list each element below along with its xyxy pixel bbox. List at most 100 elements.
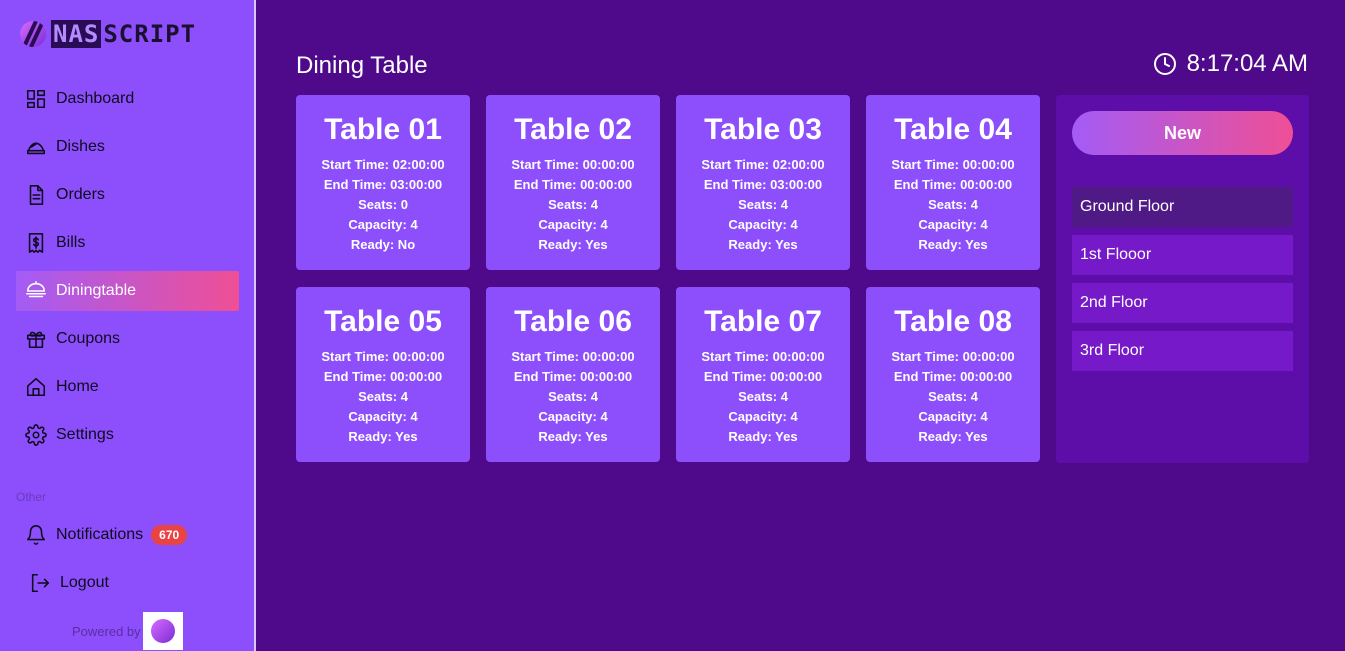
sidebar-item-label: Notifications — [56, 526, 144, 543]
table-ready: Ready: Yes — [728, 429, 798, 444]
sidebar-secondary-nav: Notifications 670 Logout — [16, 515, 239, 611]
table-start-time: Start Time: 00:00:00 — [891, 157, 1015, 172]
floor-item-3rd[interactable]: 3rd Floor — [1072, 331, 1293, 371]
dining-table-icon — [24, 279, 48, 303]
floor-item-1st[interactable]: 1st Flooor — [1072, 235, 1293, 275]
gift-icon — [24, 327, 48, 351]
table-end-time: End Time: 00:00:00 — [703, 369, 823, 384]
brand-logo[interactable]: NAS SCRIPT — [20, 18, 196, 50]
sidebar: NAS SCRIPT Dashboard Dishes Orders Bills… — [0, 0, 256, 651]
table-card[interactable]: Table 07 Start Time: 00:00:00 End Time: … — [676, 287, 850, 462]
table-ready: Ready: Yes — [918, 237, 988, 252]
orders-icon — [24, 183, 48, 207]
table-name: Table 03 — [704, 113, 822, 146]
table-capacity: Capacity: 4 — [348, 409, 418, 424]
sidebar-item-home[interactable]: Home — [16, 367, 239, 407]
powered-by: Powered by — [72, 612, 183, 650]
table-seats: Seats: 4 — [358, 389, 408, 404]
dish-icon — [24, 135, 48, 159]
sidebar-item-notifications[interactable]: Notifications 670 — [16, 515, 239, 555]
table-ready: Ready: Yes — [918, 429, 988, 444]
section-label-other: Other — [16, 490, 47, 504]
sidebar-item-label: Settings — [56, 426, 114, 443]
table-ready: Ready: Yes — [538, 237, 608, 252]
gear-icon — [24, 423, 48, 447]
sidebar-item-dashboard[interactable]: Dashboard — [16, 79, 239, 119]
dashboard-icon — [24, 87, 48, 111]
table-start-time: Start Time: 00:00:00 — [321, 349, 445, 364]
logo-mark-icon — [20, 21, 46, 47]
table-capacity: Capacity: 4 — [728, 409, 798, 424]
page-title: Dining Table — [296, 52, 428, 79]
table-card[interactable]: Table 01 Start Time: 02:00:00 End Time: … — [296, 95, 470, 270]
table-seats: Seats: 4 — [928, 197, 978, 212]
table-card[interactable]: Table 06 Start Time: 00:00:00 End Time: … — [486, 287, 660, 462]
table-name: Table 07 — [704, 305, 822, 338]
table-ready: Ready: Yes — [348, 429, 418, 444]
sidebar-item-dishes[interactable]: Dishes — [16, 127, 239, 167]
table-capacity: Capacity: 4 — [728, 217, 798, 232]
table-card[interactable]: Table 04 Start Time: 00:00:00 End Time: … — [866, 95, 1040, 270]
table-name: Table 02 — [514, 113, 632, 146]
table-card[interactable]: Table 03 Start Time: 02:00:00 End Time: … — [676, 95, 850, 270]
sidebar-item-orders[interactable]: Orders — [16, 175, 239, 215]
home-icon — [24, 375, 48, 399]
table-seats: Seats: 4 — [548, 197, 598, 212]
logout-icon — [28, 571, 52, 595]
notification-count-badge: 670 — [151, 525, 188, 545]
table-card[interactable]: Table 02 Start Time: 00:00:00 End Time: … — [486, 95, 660, 270]
table-end-time: End Time: 00:00:00 — [513, 177, 633, 192]
table-end-time: End Time: 03:00:00 — [703, 177, 823, 192]
table-ready: Ready: No — [350, 237, 416, 252]
sidebar-item-label: Coupons — [56, 330, 121, 347]
table-ready: Ready: Yes — [728, 237, 798, 252]
brand-name-part2: SCRIPT — [103, 20, 197, 48]
clock-icon — [1153, 53, 1176, 75]
floor-item-2nd[interactable]: 2nd Floor — [1072, 283, 1293, 323]
table-capacity: Capacity: 4 — [918, 217, 988, 232]
sidebar-item-label: Orders — [56, 186, 105, 203]
sidebar-item-logout[interactable]: Logout — [16, 563, 239, 603]
table-card[interactable]: Table 05 Start Time: 00:00:00 End Time: … — [296, 287, 470, 462]
table-end-time: End Time: 00:00:00 — [513, 369, 633, 384]
table-start-time: Start Time: 02:00:00 — [321, 157, 445, 172]
table-end-time: End Time: 00:00:00 — [893, 369, 1013, 384]
table-capacity: Capacity: 4 — [918, 409, 988, 424]
sidebar-item-settings[interactable]: Settings — [16, 415, 239, 455]
sidebar-item-label: Dishes — [56, 138, 105, 155]
sidebar-item-diningtable[interactable]: Diningtable — [16, 271, 239, 311]
table-end-time: End Time: 00:00:00 — [893, 177, 1013, 192]
table-capacity: Capacity: 4 — [538, 217, 608, 232]
floor-panel: New Ground Floor 1st Flooor 2nd Floor 3r… — [1056, 95, 1309, 463]
powered-by-logo[interactable] — [142, 612, 183, 650]
table-start-time: Start Time: 00:00:00 — [701, 349, 825, 364]
table-seats: Seats: 4 — [738, 389, 788, 404]
bills-icon — [24, 231, 48, 255]
table-seats: Seats: 4 — [548, 389, 598, 404]
table-name: Table 01 — [324, 113, 442, 146]
new-button[interactable]: New — [1072, 111, 1293, 155]
floor-item-ground[interactable]: Ground Floor — [1072, 187, 1293, 227]
brand-name: NAS SCRIPT — [51, 20, 196, 48]
table-name: Table 05 — [324, 305, 442, 338]
table-start-time: Start Time: 00:00:00 — [511, 349, 635, 364]
table-capacity: Capacity: 4 — [538, 409, 608, 424]
floor-list: Ground Floor 1st Flooor 2nd Floor 3rd Fl… — [1072, 187, 1293, 379]
clock: 8:17:04 AM — [1153, 50, 1308, 78]
table-seats: Seats: 4 — [738, 197, 788, 212]
table-seats: Seats: 4 — [928, 389, 978, 404]
clock-time: 8:17:04 AM — [1186, 50, 1308, 77]
sidebar-item-label: Dashboard — [56, 90, 135, 107]
sidebar-nav: Dashboard Dishes Orders Bills Diningtabl… — [16, 79, 239, 463]
table-capacity: Capacity: 4 — [348, 217, 418, 232]
table-grid: Table 01 Start Time: 02:00:00 End Time: … — [296, 95, 1040, 462]
table-name: Table 06 — [514, 305, 632, 338]
sidebar-item-coupons[interactable]: Coupons — [16, 319, 239, 359]
table-name: Table 08 — [894, 305, 1012, 338]
table-card[interactable]: Table 08 Start Time: 00:00:00 End Time: … — [866, 287, 1040, 462]
table-ready: Ready: Yes — [538, 429, 608, 444]
logo-mark-icon — [150, 619, 175, 643]
sidebar-item-bills[interactable]: Bills — [16, 223, 239, 263]
sidebar-item-label: Logout — [60, 574, 109, 591]
table-name: Table 04 — [894, 113, 1012, 146]
